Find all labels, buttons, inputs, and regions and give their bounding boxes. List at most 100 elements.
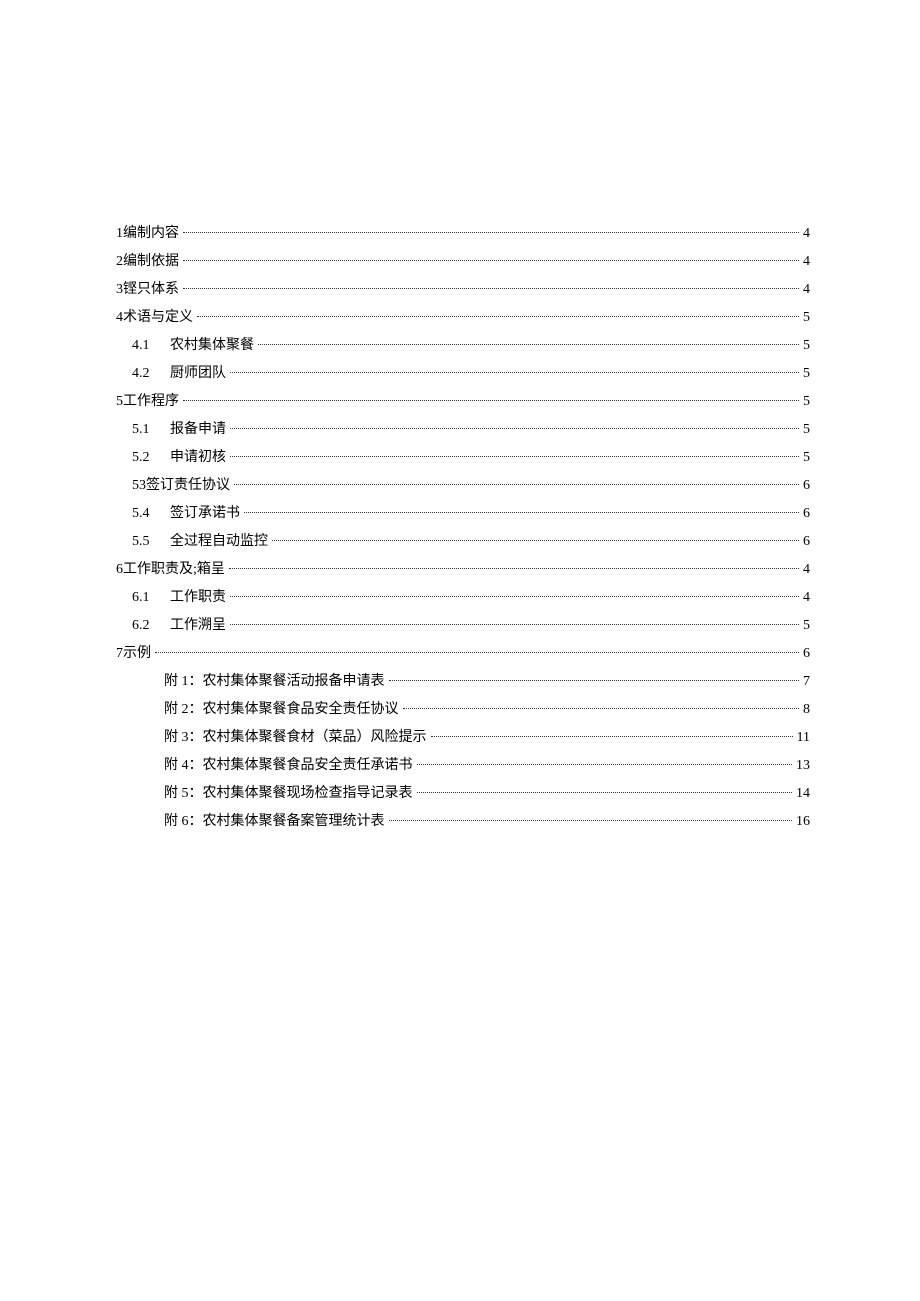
toc-entry-label: 工作程序: [123, 388, 179, 416]
toc-entry: 3 铿只体系4: [116, 276, 810, 304]
toc-leader: [230, 596, 799, 597]
toc-entry-page: 16: [796, 808, 810, 836]
toc-entry-label: 附 6：农村集体聚餐备案管理统计表: [164, 808, 385, 836]
toc-entry-page: 5: [803, 304, 810, 332]
toc-leader: [230, 428, 799, 429]
toc-entry-label: 附 5：农村集体聚餐现场检查指导记录表: [164, 780, 413, 808]
toc-entry: 5.1 报备申请 5: [116, 416, 810, 444]
toc-entry-number: 5.1: [132, 416, 170, 444]
toc-entry-number: 5.2: [132, 444, 170, 472]
toc-entry-label: 厨师团队: [170, 360, 226, 388]
toc-entry-number: 3: [116, 276, 123, 304]
toc-leader: [197, 316, 799, 317]
toc-entry: 4 术语与定义 5: [116, 304, 810, 332]
toc-leader: [258, 344, 799, 345]
toc-entry-page: 4: [803, 220, 810, 248]
toc-entry-label: 申请初核: [170, 444, 226, 472]
toc-entry-number: 7: [116, 640, 123, 668]
toc-entry-page: 8: [803, 696, 810, 724]
toc-entry-page: 6: [803, 640, 810, 668]
toc-entry-page: 11: [797, 724, 810, 752]
toc-entry-number: 1: [116, 220, 123, 248]
toc-entry: 4.2 厨师团队 5: [116, 360, 810, 388]
toc-leader: [234, 484, 799, 485]
toc-entry-label: 铿只体系: [123, 276, 179, 304]
toc-entry: 附 6：农村集体聚餐备案管理统计表 16: [116, 808, 810, 836]
toc-leader: [183, 288, 799, 289]
toc-leader: [431, 736, 793, 737]
toc-entry-number: 6: [116, 556, 123, 584]
toc-entry-page: 5: [803, 612, 810, 640]
toc-entry-number: 5.4: [132, 500, 170, 528]
toc-entry-label: 农村集体聚餐: [170, 332, 254, 360]
toc-entry-label: 工作职责及;箱呈: [123, 556, 225, 584]
toc-entry-label: 全过程自动监控: [170, 528, 268, 556]
toc-entry-page: 5: [803, 360, 810, 388]
toc-leader: [230, 624, 799, 625]
toc-entry-number: 6.1: [132, 584, 170, 612]
toc-leader: [389, 820, 793, 821]
toc-entry-page: 4: [803, 556, 810, 584]
toc-entry-label: 编制内容: [123, 220, 179, 248]
toc-leader: [230, 372, 799, 373]
toc-entry-number: 5.5: [132, 528, 170, 556]
toc-entry: 附 4：农村集体聚餐食品安全责任承诺书 13: [116, 752, 810, 780]
toc-entry-label: 编制依据: [123, 248, 179, 276]
toc-entry-page: 14: [796, 780, 810, 808]
toc-entry-number: 6.2: [132, 612, 170, 640]
toc-leader: [417, 792, 793, 793]
toc-entry-label: 示例: [123, 640, 151, 668]
toc-entry-page: 7: [803, 668, 810, 696]
toc-leader: [230, 456, 799, 457]
toc-entry-label: 报备申请: [170, 416, 226, 444]
toc-entry: 5.2 申请初核 5: [116, 444, 810, 472]
toc-entry: 4.1 农村集体聚餐 5: [116, 332, 810, 360]
toc-entry-label: 签订承诺书: [170, 500, 240, 528]
toc-entry: 6 工作职责及;箱呈 4: [116, 556, 810, 584]
toc-entry-label: 工作职责: [170, 584, 226, 612]
toc-entry-label: 术语与定义: [123, 304, 193, 332]
toc-entry-page: 5: [803, 332, 810, 360]
toc-entry-number: 4.1: [132, 332, 170, 360]
toc-entry: 6.2 工作溯呈 5: [116, 612, 810, 640]
toc-leader: [389, 680, 800, 681]
toc-entry: 5.4 签订承诺书 6: [116, 500, 810, 528]
toc-entry-page: 13: [796, 752, 810, 780]
toc-entry-label: 附 4：农村集体聚餐食品安全责任承诺书: [164, 752, 413, 780]
toc-leader: [229, 568, 799, 569]
toc-entry: 1 编制内容 4: [116, 220, 810, 248]
toc-leader: [155, 652, 799, 653]
toc-entry-label: 附 2：农村集体聚餐食品安全责任协议: [164, 696, 399, 724]
toc-entry-page: 6: [803, 528, 810, 556]
toc-leader: [183, 232, 799, 233]
toc-entry-page: 6: [803, 472, 810, 500]
toc-leader: [183, 400, 799, 401]
toc-entry-page: 4: [803, 248, 810, 276]
toc-entry: 5 工作程序5: [116, 388, 810, 416]
toc-entry: 附 3：农村集体聚餐食材（菜品）风险提示11: [116, 724, 810, 752]
toc-entry: 2 编制依据4: [116, 248, 810, 276]
toc-entry-number: 4.2: [132, 360, 170, 388]
toc-entry: 5.5 全过程自动监控 6: [116, 528, 810, 556]
toc-entry-label: 附 1：农村集体聚餐活动报备申请表: [164, 668, 385, 696]
toc-entry-number: 4: [116, 304, 123, 332]
toc-entry-label: 签订责任协议: [146, 472, 230, 500]
toc-entry-page: 4: [803, 584, 810, 612]
toc-entry: 7 示例 6: [116, 640, 810, 668]
toc-entry-page: 6: [803, 500, 810, 528]
toc-leader: [272, 540, 799, 541]
toc-entry-page: 5: [803, 444, 810, 472]
toc-list: 1 编制内容42 编制依据43 铿只体系44 术语与定义54.1 农村集体聚餐5…: [116, 220, 810, 836]
toc-entry-number: 5: [116, 388, 123, 416]
toc-entry-number: 53: [132, 472, 146, 500]
toc-leader: [403, 708, 800, 709]
toc-page: 1 编制内容42 编制依据43 铿只体系44 术语与定义54.1 农村集体聚餐5…: [0, 0, 920, 836]
toc-entry-page: 5: [803, 416, 810, 444]
toc-entry-label: 工作溯呈: [170, 612, 226, 640]
toc-entry: 附 5：农村集体聚餐现场检查指导记录表 14: [116, 780, 810, 808]
toc-entry: 6.1 工作职责 4: [116, 584, 810, 612]
toc-leader: [244, 512, 799, 513]
toc-entry: 附 1：农村集体聚餐活动报备申请表 7: [116, 668, 810, 696]
toc-entry: 附 2：农村集体聚餐食品安全责任协议 8: [116, 696, 810, 724]
toc-entry: 53 签订责任协议 6: [116, 472, 810, 500]
